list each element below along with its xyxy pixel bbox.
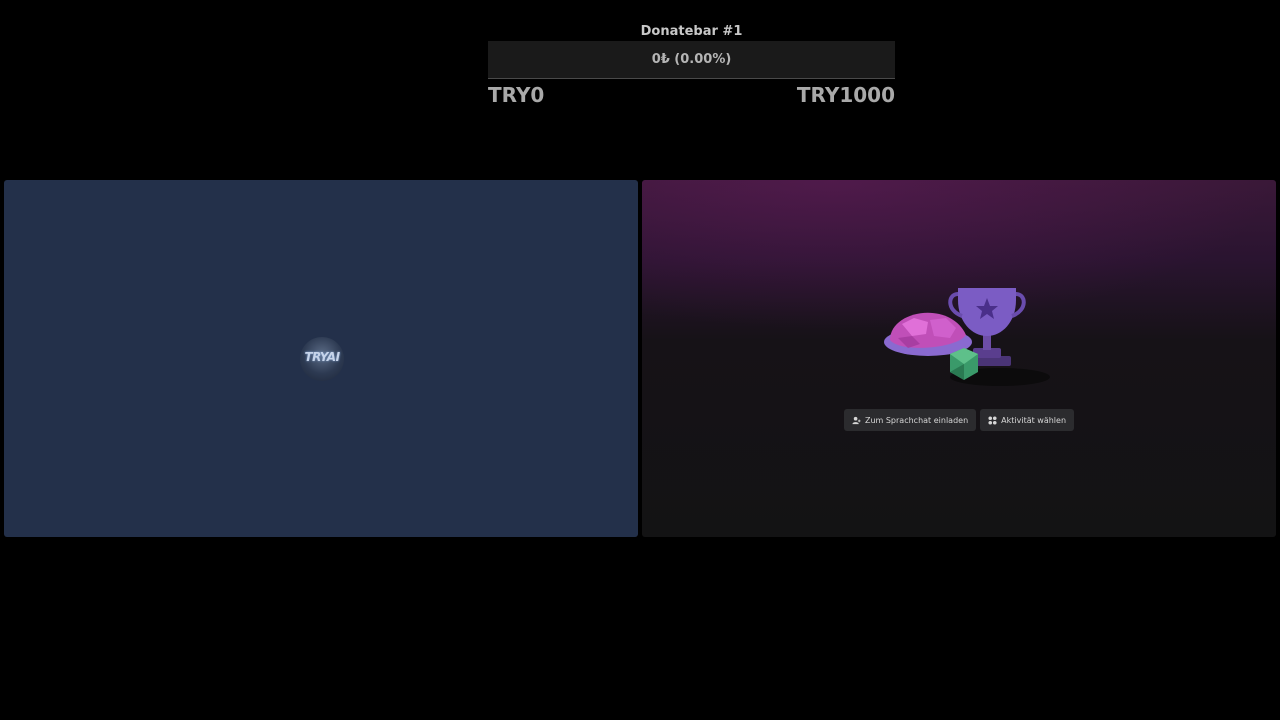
activity-grid-icon	[988, 415, 997, 425]
donatebar-title: Donatebar #1	[640, 24, 743, 39]
avatar[interactable]: TRYAI	[300, 337, 344, 381]
donatebar-range: TRY0 TRY1000	[488, 82, 895, 108]
invite-to-voice-button[interactable]: Zum Sprachchat einladen	[843, 409, 977, 431]
donatebar-progress-track: 0₺ (0.00%)	[488, 41, 895, 79]
activity-button-label: Aktivität wählen	[1001, 415, 1067, 425]
invite-button-label: Zum Sprachchat einladen	[864, 415, 969, 425]
avatar-logo-text: TRYAI	[304, 350, 340, 364]
donatebar-max-label: TRY1000	[796, 83, 895, 107]
donatebar-widget: Donatebar #1 0₺ (0.00%) TRY0 TRY1000	[488, 22, 895, 108]
choose-activity-button[interactable]: Aktivität wählen	[980, 409, 1075, 431]
donatebar-min-label: TRY0	[488, 83, 545, 107]
stream-overlay: Donatebar #1 0₺ (0.00%) TRY0 TRY1000 TRY…	[0, 0, 1280, 720]
activity-actions: Zum Sprachchat einladen Aktivität wählen	[642, 409, 1276, 431]
donatebar-value: 0₺ (0.00%)	[651, 52, 732, 67]
participant-tile-left[interactable]: TRYAI	[4, 180, 638, 537]
activity-tile-right[interactable]: Zum Sprachchat einladen Aktivität wählen	[642, 180, 1276, 537]
add-person-icon	[852, 416, 861, 424]
activity-illustration	[884, 288, 1050, 386]
